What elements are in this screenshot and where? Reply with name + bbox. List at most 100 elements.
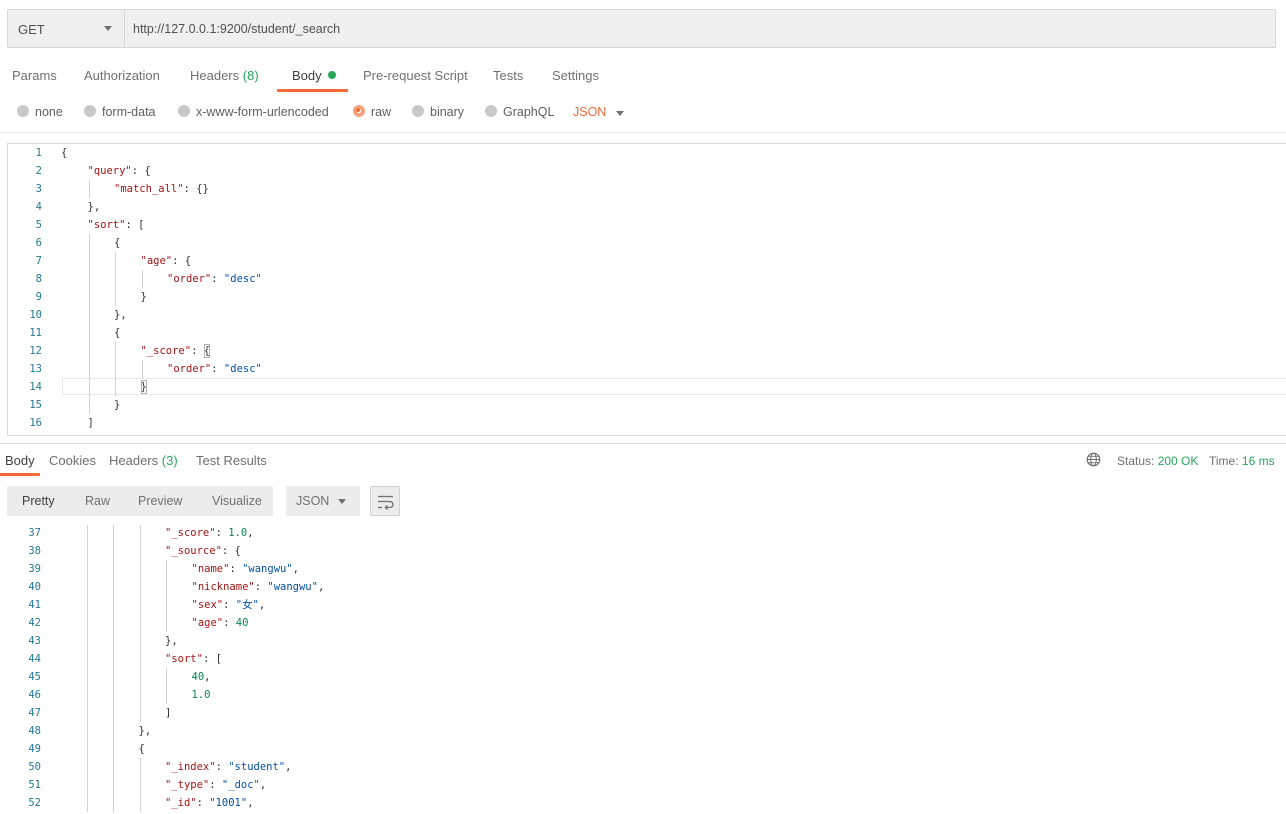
wrap-lines-button[interactable]	[370, 486, 400, 516]
indent-guide	[115, 252, 116, 270]
request-body-editor[interactable]: 1{2 "query": {3 "match_all": {} 4}, 5 "sort":…	[7, 143, 1286, 436]
code-token: "student"	[228, 761, 286, 773]
code-token: 40	[235, 617, 249, 629]
code-token: ,	[285, 761, 292, 773]
code-text: "match_all": {}	[114, 180, 209, 198]
line-number: 49	[28, 743, 41, 755]
code-text: "age": 40	[192, 614, 249, 632]
indent-guide	[88, 378, 90, 396]
line-number: 2	[35, 165, 42, 177]
indent-guide	[113, 650, 114, 668]
chevron-down-icon[interactable]	[616, 111, 624, 116]
indent-guide	[139, 525, 141, 542]
indent-guide	[88, 180, 90, 198]
code-token: ,	[258, 599, 266, 611]
line-number: 12	[29, 345, 42, 357]
chevron-down-icon	[338, 499, 346, 504]
time-indicator[interactable]: Time: 16 ms	[1209, 454, 1275, 468]
tab-response-body[interactable]: Body	[5, 453, 35, 468]
method-select[interactable]: GET	[8, 10, 125, 47]
code-token: ,	[204, 671, 211, 683]
radio-form-data[interactable]	[84, 105, 96, 117]
code-token: "age"	[191, 617, 224, 629]
line-number: 44	[28, 653, 41, 665]
line-number: 52	[28, 797, 41, 809]
request-url-bar: GET http://127.0.0.1:9200/student/_searc…	[7, 9, 1276, 48]
view-visualize[interactable]: Visualize	[212, 494, 262, 508]
code-token: },	[138, 725, 152, 737]
tab-settings[interactable]: Settings	[552, 68, 599, 83]
tab-response-headers[interactable]: Headers (3)	[109, 453, 178, 468]
code-token: ]	[165, 707, 172, 719]
response-body-viewer[interactable]: 37 "_score": 1.0, 38 "_source": {39 "name": …	[0, 525, 1286, 814]
code-line: 8 "order": "desc"	[8, 270, 1286, 288]
indent-guide	[139, 686, 141, 704]
radio-label-x-www-form-urlencoded[interactable]: x-www-form-urlencoded	[196, 105, 329, 119]
code-line: 3 "match_all": {}	[8, 180, 1286, 198]
radio-graphql[interactable]	[485, 105, 497, 117]
indent-guide	[113, 794, 114, 812]
radio-raw[interactable]	[353, 105, 365, 117]
indent-guide	[139, 650, 141, 668]
code-text: "name": "wangwu",	[192, 560, 300, 578]
code-token: },	[87, 201, 101, 213]
indent-guide	[88, 342, 90, 360]
code-token: {	[114, 327, 121, 339]
radio-binary[interactable]	[412, 105, 424, 117]
view-pretty[interactable]: Pretty	[22, 494, 55, 508]
status-indicator[interactable]: Status: 200 OK	[1117, 454, 1198, 468]
code-token: "sort"	[165, 653, 203, 665]
code-token: "nickname"	[191, 581, 255, 593]
tab-authorization[interactable]: Authorization	[84, 68, 160, 83]
tab-headers[interactable]: Headers (8)	[190, 68, 259, 83]
view-raw[interactable]: Raw	[85, 494, 110, 508]
line-number: 40	[28, 581, 41, 593]
code-token: "_id"	[165, 797, 197, 809]
time-value: 16 ms	[1241, 454, 1275, 468]
indent-guide	[113, 578, 114, 596]
tab-test-results[interactable]: Test Results	[196, 453, 267, 468]
tab-tests[interactable]: Tests	[493, 68, 523, 83]
code-token: "name"	[191, 563, 230, 575]
radio-none[interactable]	[17, 105, 29, 117]
indent-guide	[86, 722, 88, 740]
code-token: :	[254, 581, 268, 593]
response-format-select[interactable]: JSON	[286, 486, 360, 516]
indent-guide	[115, 342, 116, 360]
view-preview[interactable]: Preview	[138, 494, 182, 508]
tab-pre-request-script[interactable]: Pre-request Script	[363, 68, 468, 83]
indent-guide	[86, 686, 88, 704]
code-line: 49 {	[0, 740, 1286, 758]
indent-guide	[86, 578, 88, 596]
indent-guide	[86, 740, 88, 758]
url-input[interactable]: http://127.0.0.1:9200/student/_search	[133, 22, 340, 36]
code-line: 39 "name": "wangwu",	[0, 560, 1286, 578]
radio-x-www-form-urlencoded[interactable]	[178, 105, 190, 117]
indent-guide	[86, 525, 88, 542]
tab-cookies[interactable]: Cookies	[49, 453, 96, 468]
radio-label-form-data[interactable]: form-data	[102, 105, 156, 119]
headers-count: (8)	[242, 68, 259, 83]
radio-label-graphql[interactable]: GraphQL	[503, 105, 554, 119]
indent-guide	[166, 686, 167, 704]
radio-label-none[interactable]: none	[35, 105, 63, 119]
radio-label-binary[interactable]: binary	[430, 105, 464, 119]
code-line: 51 "_type": "_doc",	[0, 776, 1286, 794]
indent-guide	[115, 288, 116, 306]
code-line: 1{	[8, 144, 1286, 162]
line-number: 14	[29, 381, 42, 393]
line-number: 45	[28, 671, 41, 683]
globe-icon[interactable]	[1086, 452, 1101, 467]
indent-guide	[86, 650, 88, 668]
code-token: :	[211, 363, 224, 375]
code-line: 41 "sex": "女",	[0, 596, 1286, 614]
raw-format-select[interactable]: JSON	[573, 105, 606, 119]
code-token: 1.0	[228, 527, 248, 539]
code-token: "order"	[167, 363, 212, 375]
code-text: "_id": "1001",	[165, 794, 254, 812]
tab-body[interactable]: Body	[292, 68, 336, 83]
code-token: }	[140, 291, 147, 303]
tab-params[interactable]: Params	[12, 68, 57, 83]
indent-guide	[115, 270, 116, 288]
radio-label-raw[interactable]: raw	[371, 105, 391, 119]
